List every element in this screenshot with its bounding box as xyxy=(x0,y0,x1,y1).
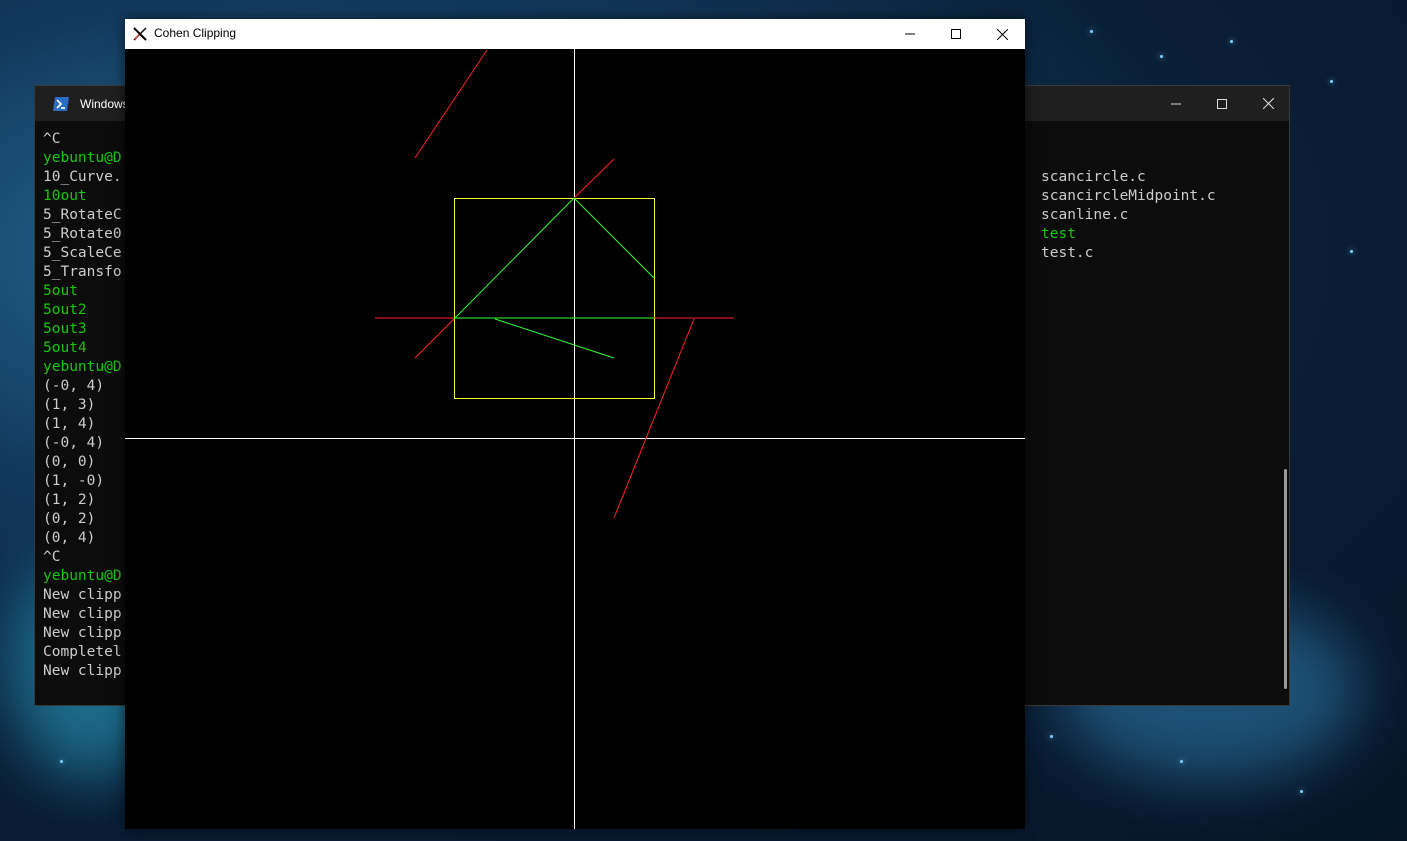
star xyxy=(1330,80,1333,83)
terminal-minimize-button[interactable] xyxy=(1153,86,1199,121)
minimize-icon xyxy=(905,33,915,35)
terminal-line: scanline.c xyxy=(1041,207,1129,223)
terminal-line: (0, 4) xyxy=(43,530,96,546)
terminal-line: Completel xyxy=(43,644,122,660)
close-icon xyxy=(996,28,1008,40)
terminal-line: yebuntu@D xyxy=(43,568,122,584)
terminal-line: (-0, 4) xyxy=(43,378,105,394)
terminal-line: New clipp xyxy=(43,587,122,603)
clip-rectangle xyxy=(454,198,655,399)
close-icon xyxy=(1262,98,1274,109)
terminal-line: ^C xyxy=(43,549,61,565)
terminal-line: (1, -0) xyxy=(43,473,105,489)
terminal-close-button[interactable] xyxy=(1245,86,1291,121)
terminal-line: yebuntu@D xyxy=(43,359,122,375)
clip-window-title: Cohen Clipping xyxy=(154,26,237,40)
star xyxy=(1230,40,1233,43)
terminal-title: Windows xyxy=(80,97,129,111)
clip-minimize-button[interactable] xyxy=(887,19,933,49)
maximize-icon xyxy=(951,29,961,39)
star xyxy=(1350,250,1353,253)
terminal-maximize-button[interactable] xyxy=(1199,86,1245,121)
clip-maximize-button[interactable] xyxy=(933,19,979,49)
terminal-line: 5out2 xyxy=(43,302,87,318)
star xyxy=(60,760,63,763)
terminal-line: yebuntu@D xyxy=(43,150,122,166)
x-logo-icon xyxy=(133,27,147,41)
powershell-icon xyxy=(53,97,69,111)
clipped-segment-outside xyxy=(573,158,615,199)
terminal-line: (0, 2) xyxy=(43,511,96,527)
terminal-line: New clipp xyxy=(43,663,122,679)
terminal-line: (1, 3) xyxy=(43,397,96,413)
terminal-scrollbar[interactable] xyxy=(1284,469,1287,689)
terminal-line: 5_Transfo xyxy=(43,264,122,280)
terminal-line: ^C xyxy=(43,131,61,147)
terminal-line: 10_Curve. xyxy=(43,169,122,185)
accepted-segment xyxy=(573,197,655,279)
terminal-line: scancircle.c xyxy=(1041,169,1146,185)
terminal-line: (0, 0) xyxy=(43,454,96,470)
terminal-line: New clipp xyxy=(43,606,122,622)
terminal-line: 5_ScaleCe xyxy=(43,245,122,261)
minimize-icon xyxy=(1171,103,1181,104)
terminal-line: 5_Rotate0 xyxy=(43,226,122,242)
star xyxy=(1300,790,1303,793)
terminal-output-left: ^C yebuntu@D 10_Curve. 10out 5_RotateC 5_Rota… xyxy=(43,130,122,681)
terminal-line: New clipp xyxy=(43,625,122,641)
terminal-line: (-0, 4) xyxy=(43,435,105,451)
terminal-line: scancircleMidpoint.c xyxy=(1041,188,1216,204)
terminal-output-right: scancircle.c scancircleMidpoint.c scanline… xyxy=(1041,168,1216,263)
clip-window-titlebar[interactable]: Cohen Clipping xyxy=(125,19,1025,49)
maximize-icon xyxy=(1217,98,1227,109)
clipped-segment-outside xyxy=(414,318,455,359)
terminal-line: 5out3 xyxy=(43,321,87,337)
rejected-segment xyxy=(414,49,488,159)
terminal-line: (1, 2) xyxy=(43,492,96,508)
terminal-line: 5out4 xyxy=(43,340,87,356)
terminal-line: 10out xyxy=(43,188,87,204)
terminal-line: 5_RotateC xyxy=(43,207,122,223)
terminal-line: 5out xyxy=(43,283,78,299)
clip-close-button[interactable] xyxy=(979,19,1025,49)
star xyxy=(1090,30,1093,33)
terminal-line: (1, 4) xyxy=(43,416,96,432)
accepted-segment xyxy=(453,197,575,320)
terminal-line: test.c xyxy=(1041,245,1094,261)
star xyxy=(1160,55,1163,58)
terminal-line: test xyxy=(1041,226,1076,242)
cohen-clipping-window[interactable]: Cohen Clipping xyxy=(125,19,1025,829)
accepted-segment xyxy=(494,318,615,359)
clipping-canvas[interactable] xyxy=(125,49,1025,829)
star xyxy=(1180,760,1183,763)
star xyxy=(1050,735,1053,738)
